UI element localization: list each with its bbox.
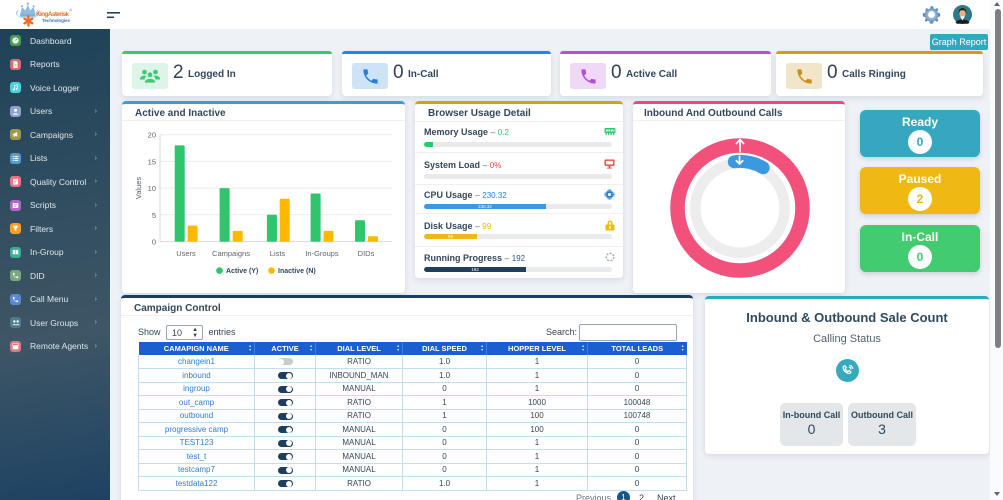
svg-text:Lists: Lists: [270, 249, 286, 258]
svg-text:®: ®: [70, 9, 73, 13]
svg-text:DIDs: DIDs: [358, 249, 375, 258]
svg-text:0: 0: [152, 238, 156, 247]
svg-text:Campaigns: Campaigns: [212, 249, 250, 258]
svg-text:Technologies: Technologies: [42, 18, 70, 23]
svg-text:10: 10: [148, 184, 156, 193]
svg-text:20: 20: [148, 131, 156, 140]
svg-text:Values: Values: [134, 177, 143, 200]
svg-text:15: 15: [148, 157, 156, 166]
svg-text:5: 5: [152, 211, 156, 220]
svg-text:Inactive (N): Inactive (N): [278, 268, 316, 275]
svg-text:Users: Users: [176, 249, 196, 258]
svg-text:In-Groups: In-Groups: [305, 249, 339, 258]
svg-text:Active (Y): Active (Y): [226, 268, 258, 275]
